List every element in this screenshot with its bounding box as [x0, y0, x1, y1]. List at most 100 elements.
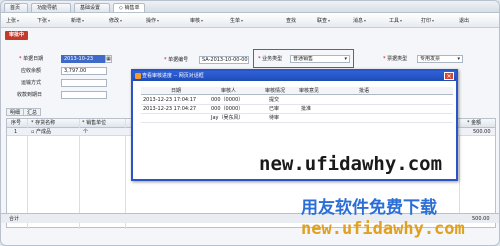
row-product[interactable]: ▫ 产成品	[31, 128, 51, 136]
doc-no-label-text: 单据编号	[168, 57, 189, 63]
edit-button[interactable]: 修改▾	[109, 17, 122, 25]
tab-sales-order[interactable]: ◇ 销售单	[113, 3, 145, 12]
chevron-down-icon: ▾	[364, 18, 367, 23]
invoice-type-label-text: 票据类型	[387, 56, 408, 62]
link-query-label: 联查	[317, 18, 328, 24]
biz-type-label: * 业务类型	[258, 55, 282, 63]
review-row: 2013-12-23 17:04:17 000（0000） 提交	[141, 96, 453, 105]
review-reviewer: Jay（吴东风）	[211, 115, 244, 121]
review-reviewer: 000（0000）	[211, 97, 244, 103]
review-row: 2013-12-23 17:04:27 000（0000） 已审 批准	[141, 105, 453, 114]
link-query-button[interactable]: 联查▾	[317, 17, 330, 25]
transport-field[interactable]	[61, 79, 107, 87]
col-date: 日期	[171, 88, 182, 94]
row-unit[interactable]: 个	[83, 128, 88, 136]
watermark-slogan: 用友软件免费下载	[301, 198, 437, 218]
chevron-down-icon: ▾	[457, 56, 460, 62]
col-amount: * 金额	[467, 120, 481, 127]
row-index: 1	[14, 129, 18, 135]
print-label: 打印	[421, 18, 432, 24]
message-label: 消息	[353, 18, 364, 24]
receivable-label: 应收余额	[21, 68, 42, 74]
chevron-down-icon: ▾	[48, 18, 51, 23]
print-button[interactable]: 打印▾	[421, 17, 434, 25]
review-opinion: 批准	[301, 106, 312, 112]
doc-no-field: SA-2013-10-00-0030	[199, 56, 249, 64]
toolbar: 上张▾ 下张▾ 新增▾ 修改▾ 操作▾ 审核▾ 生单▾ 查找 联查▾ 消息▾ 工…	[1, 13, 499, 28]
biz-type-value: 普通销售	[293, 56, 314, 62]
doc-date-label: * 单据日期	[19, 55, 43, 63]
close-button[interactable]: ✕	[444, 72, 454, 80]
tab-bar: 首页 功能导航 基础设置 ◇ 销售单	[1, 1, 499, 13]
review-date: 2013-12-23 17:04:17	[143, 97, 197, 103]
chevron-down-icon: ▾	[344, 56, 347, 62]
chevron-down-icon: ▾	[328, 18, 331, 23]
receivable-field: 3,797.00	[61, 67, 107, 75]
tab-summary[interactable]: 汇总	[23, 108, 42, 116]
col-index: 序号	[11, 120, 22, 126]
generate-button[interactable]: 生单▾	[230, 17, 243, 25]
watermark-url-secondary: new.ufidawhy.com	[301, 219, 465, 239]
calendar-icon[interactable]: ▦	[105, 55, 112, 63]
col-opinion: 审核意见	[299, 88, 320, 94]
due-date-field[interactable]	[61, 91, 107, 99]
review-status: 待审	[269, 115, 280, 121]
window-icon	[135, 73, 141, 79]
review-status: 已审	[269, 106, 280, 112]
doc-date-field[interactable]: 2013-10-23	[61, 55, 105, 63]
doc-no-label: * 单据编号	[164, 56, 188, 64]
generate-label: 生单	[230, 18, 241, 24]
row-amount[interactable]: 500.00	[473, 128, 491, 136]
total-value: 500.00	[472, 216, 490, 222]
tab-detail[interactable]: 明细	[6, 108, 25, 116]
app-window: 首页 功能导航 基础设置 ◇ 销售单 上张▾ 下张▾ 新增▾ 修改▾ 操作▾ 审…	[0, 0, 500, 246]
close-icon: ✕	[446, 73, 452, 80]
transport-label: 运输方式	[21, 80, 42, 86]
chevron-down-icon: ▾	[432, 18, 435, 23]
total-label: 合计	[9, 216, 20, 222]
status-badge: 审批中	[5, 31, 29, 40]
col-unit: * 销售单位	[82, 120, 106, 127]
find-button[interactable]: 查找	[286, 17, 296, 25]
doc-date-label-text: 单据日期	[23, 56, 44, 62]
tab-home[interactable]: 首页	[4, 3, 28, 12]
review-button[interactable]: 审核▾	[190, 17, 203, 25]
add-button[interactable]: 新增▾	[71, 17, 84, 25]
col-reviewer: 审核人	[221, 88, 237, 94]
add-label: 新增	[71, 18, 82, 24]
tab-sales-order-label: 销售单	[124, 5, 140, 11]
biz-type-select[interactable]: 普通销售 ▾	[290, 55, 350, 63]
row-product-text: 产成品	[35, 129, 51, 135]
chevron-down-icon: ▾	[120, 18, 123, 23]
prev-button[interactable]: 上张▾	[6, 17, 19, 25]
col-product: * 存货名称	[31, 120, 55, 127]
invoice-type-label: * 票据类型	[383, 55, 407, 63]
biz-type-label-text: 业务类型	[262, 56, 283, 62]
operate-button[interactable]: 操作▾	[146, 17, 159, 25]
col-unit-label: 销售单位	[86, 120, 107, 126]
col-remark: 批语	[359, 88, 370, 94]
tools-label: 工具	[389, 18, 400, 24]
review-table-header	[141, 87, 453, 95]
edit-label: 修改	[109, 18, 120, 24]
chevron-down-icon: ▾	[201, 18, 204, 23]
watermark-url: new.ufidawhy.com	[259, 153, 443, 175]
col-amount-label: 金额	[471, 120, 482, 126]
dialog-title-bar: 查看审核进度 -- 网页对话框 ✕	[133, 71, 456, 81]
exit-button[interactable]: 退出	[459, 17, 469, 25]
operate-label: 操作	[146, 18, 157, 24]
review-row: Jay（吴东风） 待审	[141, 114, 453, 123]
review-label: 审核	[190, 18, 201, 24]
invoice-type-value: 专用发票	[420, 56, 441, 62]
invoice-type-select[interactable]: 专用发票 ▾	[417, 55, 463, 63]
chevron-down-icon: ▾	[82, 18, 85, 23]
next-button[interactable]: 下张▾	[37, 17, 50, 25]
due-date-label: 收款到期日	[17, 92, 43, 98]
review-date: 2013-12-23 17:04:27	[143, 106, 197, 112]
message-button[interactable]: 消息▾	[353, 17, 366, 25]
tab-base-settings[interactable]: 基础设置	[74, 3, 110, 12]
tab-nav[interactable]: 功能导航	[31, 3, 71, 12]
exit-label: 退出	[459, 18, 470, 24]
tools-button[interactable]: 工具▾	[389, 17, 402, 25]
col-product-label: 存货名称	[35, 120, 56, 126]
